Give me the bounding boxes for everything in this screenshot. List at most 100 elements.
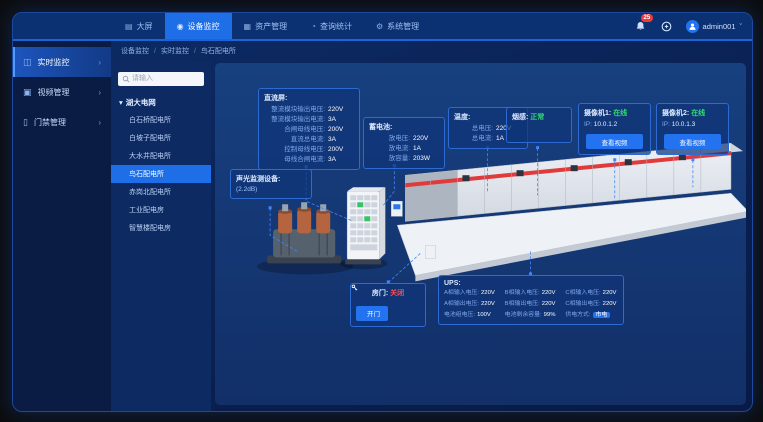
tab-label: 系统管理 xyxy=(387,21,419,32)
notification-bell-icon[interactable]: 25 xyxy=(634,19,648,33)
tab-system-management[interactable]: ⚙ 系统管理 xyxy=(364,13,431,39)
sidebar-item-access-control[interactable]: ▯ 门禁管理 › xyxy=(13,107,111,137)
metric-label: A相输出电压: xyxy=(444,301,479,307)
metric-label: B相输出电压: xyxy=(505,301,540,307)
metric-value: 3A xyxy=(328,155,354,165)
tree-root-node[interactable]: ▾ 湖大电网 xyxy=(111,94,211,111)
camera1-ip: 10.0.1.2 xyxy=(594,121,618,128)
metric-label: A相输入电压: xyxy=(444,290,479,296)
battery-panel: 蓄电池: 放电压:220V 放电流:1A 放容量:203W xyxy=(363,117,445,169)
metric-label: 放电压: xyxy=(369,134,410,144)
metric-label: 总电流: xyxy=(454,134,493,144)
view-video-button[interactable]: 查看视频 xyxy=(664,134,720,149)
monitor-icon: ◉ xyxy=(177,22,184,31)
camera2-panel: 摄像机2: 在线 IP: 10.0.1.3 查看视频 xyxy=(656,103,729,155)
fullscreen-icon[interactable] xyxy=(660,19,674,33)
app-window: ▤ 大屏 ◉ 设备监控 ▦ 资产管理 ◔ 查询统计 ⚙ 系统管理 25 xyxy=(12,12,753,412)
tree-item[interactable]: 赤岗北配电所 xyxy=(111,183,211,201)
sidebar-item-label: 实时监控 xyxy=(38,57,70,68)
breadcrumb-separator: / xyxy=(154,48,156,55)
chevron-right-icon: › xyxy=(98,88,101,97)
metric-label: 电池剩余容量: xyxy=(505,312,542,318)
metric-value: 220V xyxy=(603,301,617,307)
metric-value: 100V xyxy=(477,312,491,318)
metric-label: 电池组电压: xyxy=(444,312,475,318)
smoke-status: 正常 xyxy=(530,114,544,121)
realtime-monitor-icon: ◫ xyxy=(23,57,32,68)
metric-value: 220V xyxy=(481,290,495,296)
breadcrumb: 设备监控 / 实时监控 / 鸟石配电所 xyxy=(111,41,752,61)
tree-item[interactable]: 智慧楼配电房 xyxy=(111,219,211,237)
tab-label: 查询统计 xyxy=(320,21,352,32)
metric-value: 200V xyxy=(328,145,354,155)
sound-light-monitor-panel: 声光监测设备: (2.2dB) xyxy=(230,169,312,199)
notification-badge: 25 xyxy=(641,14,654,22)
top-navigation: ▤ 大屏 ◉ 设备监控 ▦ 资产管理 ◔ 查询统计 ⚙ 系统管理 25 xyxy=(13,13,752,41)
gear-icon: ⚙ xyxy=(376,22,383,31)
metric-label: 合闸母线电压: xyxy=(264,125,325,135)
door-status: 关闭 xyxy=(390,290,404,297)
open-door-button[interactable]: 开门 xyxy=(356,306,388,321)
chevron-down-icon: ˇ xyxy=(740,22,743,31)
smoke-sensor-panel: 烟感: 正常 xyxy=(506,107,572,143)
chevron-right-icon: › xyxy=(98,118,101,127)
metric-label: C相输出电压: xyxy=(565,301,600,307)
tree-item[interactable]: 工业配电房 xyxy=(111,201,211,219)
avatar xyxy=(686,20,699,33)
ip-label: IP: xyxy=(662,121,670,128)
metric-label: 控制母线电压: xyxy=(264,145,325,155)
chevron-right-icon: › xyxy=(98,58,101,67)
sidebar: ◫ 实时监控 › ▣ 视频管理 › ▯ 门禁管理 › xyxy=(13,41,111,411)
metric-label: C相输入电压: xyxy=(565,290,600,296)
search-icon xyxy=(122,70,130,88)
topbar-right-cluster: 25 admin001 ˇ xyxy=(634,13,742,39)
breadcrumb-item[interactable]: 设备监控 xyxy=(121,46,149,56)
metric-label: 放容量: xyxy=(369,154,410,164)
metric-value: 3A xyxy=(328,115,354,125)
dc-screen-panel: 直流屏: 整流模块输出电压:220V 整流模块输出电流:3A 合闸母线电压:20… xyxy=(258,88,360,170)
metric-value: 203W xyxy=(413,154,439,164)
metric-value: 3A xyxy=(328,135,354,145)
metric-label: 总电压: xyxy=(454,124,493,134)
camera1-status: 在线 xyxy=(613,110,627,117)
metric-value: 220V xyxy=(328,105,354,115)
tab-asset-management[interactable]: ▦ 资产管理 xyxy=(232,13,300,39)
ups-panel: UPS: A相输入电压:220V B相输入电压:220V C相输入电压:220V… xyxy=(438,275,624,325)
metric-label: 母线合闸电流: xyxy=(264,155,325,165)
panel-title: 烟感: xyxy=(512,114,528,121)
metric-value: 220V xyxy=(542,290,556,296)
sidebar-item-label: 视频管理 xyxy=(38,87,70,98)
metric-label: 供电方式: xyxy=(565,312,590,318)
metric-label: 直流总电流: xyxy=(264,135,325,145)
panel-title: 房门: xyxy=(372,290,388,297)
tree-caret-icon: ▾ xyxy=(119,98,123,107)
metric-label: 整流模块输出电流: xyxy=(264,115,325,125)
metric-value: 220V xyxy=(603,290,617,296)
tab-query-statistics[interactable]: ◔ 查询统计 xyxy=(299,13,364,39)
panel-title: 声光监测设备: xyxy=(236,174,306,184)
tab-label: 设备监控 xyxy=(188,21,220,32)
tree-item[interactable]: 白坡子配电所 xyxy=(111,129,211,147)
door-panel: 房门: 关闭 开门 xyxy=(350,283,426,327)
tab-dashboard[interactable]: ▤ 大屏 xyxy=(113,13,165,39)
panel-title: 直流屏: xyxy=(264,93,354,103)
tab-device-monitoring[interactable]: ◉ 设备监控 xyxy=(165,13,232,39)
tree-search-input[interactable] xyxy=(118,72,204,86)
breadcrumb-item[interactable]: 实时监控 xyxy=(161,46,189,56)
camera2-status: 在线 xyxy=(691,110,705,117)
metric-value: 220V xyxy=(413,134,439,144)
camera1-panel: 摄像机1: 在线 IP: 10.0.1.2 查看视频 xyxy=(578,103,651,155)
user-menu[interactable]: admin001 ˇ xyxy=(686,20,742,33)
breadcrumb-item[interactable]: 鸟石配电所 xyxy=(201,46,236,56)
sidebar-item-realtime-monitoring[interactable]: ◫ 实时监控 › xyxy=(13,47,111,77)
door-icon: ▯ xyxy=(23,117,28,128)
sound-value: (2.2dB) xyxy=(236,186,306,193)
metric-label: B相输入电压: xyxy=(505,290,540,296)
tree-item[interactable]: 白石桥配电所 xyxy=(111,111,211,129)
tree-item-selected[interactable]: 鸟石配电所 xyxy=(111,165,211,183)
stats-icon: ◔ xyxy=(311,22,316,31)
tree-item[interactable]: 大水井配电所 xyxy=(111,147,211,165)
sidebar-item-video-management[interactable]: ▣ 视频管理 › xyxy=(13,77,111,107)
metric-label: 整流模块输出电压: xyxy=(264,105,325,115)
view-video-button[interactable]: 查看视频 xyxy=(586,134,642,149)
